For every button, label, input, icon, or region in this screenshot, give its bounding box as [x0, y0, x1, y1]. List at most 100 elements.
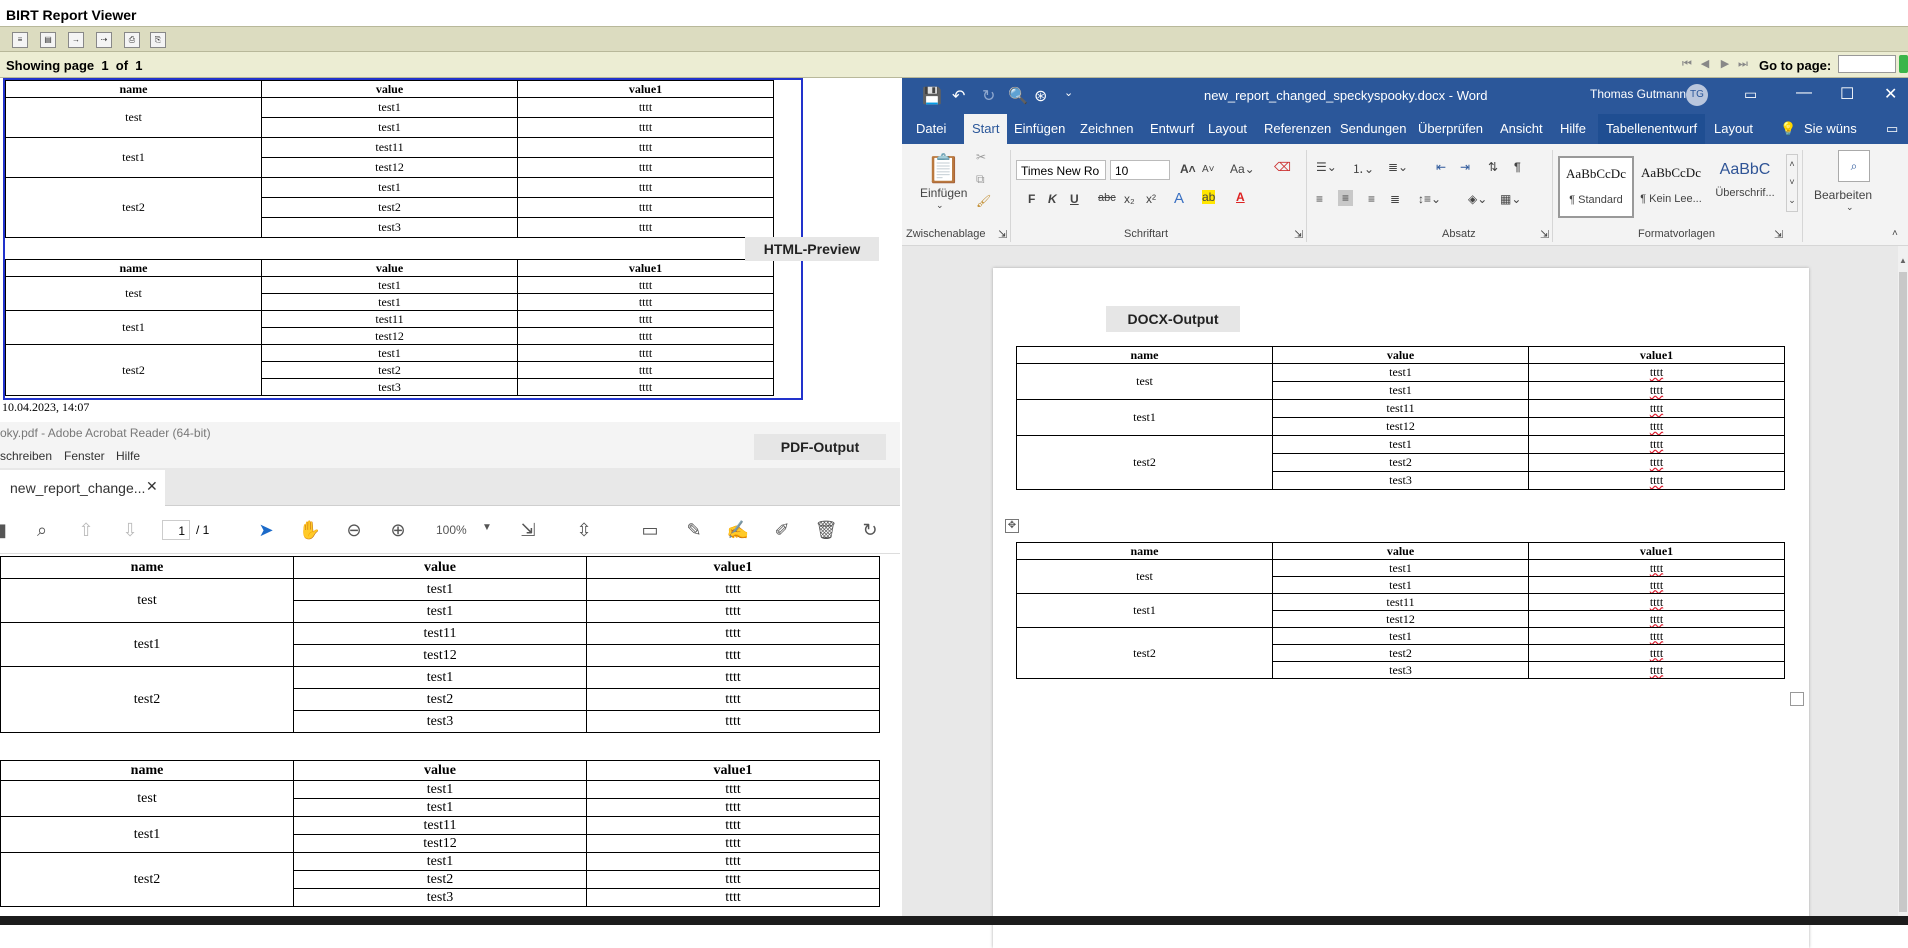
- bearbeiten-dropdown-icon[interactable]: ⌄: [1846, 202, 1854, 213]
- format-painter-icon[interactable]: 🖌: [976, 194, 991, 208]
- last-page-icon[interactable]: ⏭: [1736, 56, 1750, 72]
- page-number-input[interactable]: 1: [162, 520, 190, 540]
- hand-tool-icon[interactable]: ✋: [298, 518, 322, 542]
- user-name[interactable]: Thomas Gutmann: [1590, 87, 1686, 101]
- paste-button[interactable]: Einfügen: [920, 186, 967, 200]
- align-right-icon[interactable]: ≡: [1368, 192, 1375, 206]
- select-cursor-icon[interactable]: ➤: [254, 518, 278, 542]
- clipboard-launcher-icon[interactable]: ⇲: [998, 228, 1007, 241]
- highlight-icon[interactable]: ab: [1202, 190, 1216, 204]
- search-icon[interactable]: ⌕: [1838, 150, 1870, 182]
- scroll-thumb[interactable]: [1899, 272, 1907, 912]
- tab-hilfe[interactable]: Hilfe: [1560, 121, 1586, 136]
- export-report-icon[interactable]: ⇢: [96, 32, 112, 48]
- comment-icon[interactable]: ▭: [638, 518, 662, 542]
- parameters-icon[interactable]: ▤: [40, 32, 56, 48]
- tab-zeichnen[interactable]: Zeichnen: [1080, 121, 1133, 136]
- bearbeiten-button[interactable]: Bearbeiten: [1814, 188, 1872, 202]
- clear-format-icon[interactable]: ⌫: [1274, 160, 1291, 174]
- customize-qat-icon[interactable]: ⌄: [1064, 86, 1073, 99]
- table-move-handle-icon[interactable]: ✥: [1005, 519, 1019, 533]
- paragraph-launcher-icon[interactable]: ⇲: [1540, 228, 1549, 241]
- paste-dropdown-icon[interactable]: ⌄: [936, 200, 944, 211]
- scroll-up-icon[interactable]: ▲: [1899, 256, 1907, 265]
- tab-ansicht[interactable]: Ansicht: [1500, 121, 1543, 136]
- italic-icon[interactable]: K: [1048, 192, 1057, 206]
- previous-page-icon[interactable]: ◀: [1698, 56, 1712, 72]
- zoom-in-icon[interactable]: ⊕: [386, 518, 410, 542]
- decrease-indent-icon[interactable]: ⇤: [1436, 160, 1446, 174]
- numbering-icon[interactable]: ⒈⌄: [1352, 160, 1374, 177]
- print-preview-icon[interactable]: 🔍: [1008, 86, 1028, 106]
- close-tab-icon[interactable]: ✕: [146, 478, 158, 495]
- next-page-icon[interactable]: ⇩: [118, 518, 142, 542]
- document-tab[interactable]: new_report_change... ✕: [0, 470, 165, 506]
- styles-scroll-icon[interactable]: ˄ ˅ ⌄: [1786, 154, 1798, 212]
- print-server-icon[interactable]: ⎘: [150, 32, 166, 48]
- tab-entwurf[interactable]: Entwurf: [1150, 121, 1194, 136]
- bold-icon[interactable]: F: [1028, 192, 1035, 206]
- tell-me-search[interactable]: Sie wüns: [1804, 121, 1857, 136]
- zoom-level[interactable]: 100%: [436, 523, 467, 537]
- tab-layout[interactable]: Layout: [1208, 121, 1247, 136]
- print-icon[interactable]: ⎙: [124, 32, 140, 48]
- zoom-search-icon[interactable]: ⌕: [30, 518, 54, 542]
- draw-icon[interactable]: ✍: [726, 518, 750, 542]
- highlight-pen-icon[interactable]: ✎: [682, 518, 706, 542]
- tab-table-layout[interactable]: Layout: [1714, 121, 1753, 136]
- style-ueberschrift[interactable]: AaBbC Überschrif...: [1708, 156, 1782, 216]
- font-name-dropdown[interactable]: Times New Ro: [1016, 160, 1106, 180]
- print-icon[interactable]: ▮: [0, 518, 14, 542]
- tab-tabellenentwurf[interactable]: Tabellenentwurf: [1598, 114, 1706, 144]
- subscript-icon[interactable]: x₂: [1124, 192, 1135, 206]
- save-icon[interactable]: 💾: [922, 86, 942, 106]
- font-color-icon[interactable]: A: [1236, 190, 1245, 204]
- delete-icon[interactable]: 🗑: [814, 518, 838, 542]
- tab-einfuegen[interactable]: Einfügen: [1014, 121, 1065, 136]
- paste-icon[interactable]: 📋: [926, 152, 961, 185]
- toc-icon[interactable]: ≡: [12, 32, 28, 48]
- tab-referenzen[interactable]: Referenzen: [1264, 121, 1331, 136]
- zoom-out-icon[interactable]: ⊖: [342, 518, 366, 542]
- first-page-icon[interactable]: ⏮: [1680, 56, 1694, 72]
- user-avatar[interactable]: TG: [1686, 84, 1708, 106]
- vertical-scrollbar[interactable]: ▲: [1898, 246, 1908, 925]
- superscript-icon[interactable]: x²: [1146, 192, 1156, 206]
- close-icon[interactable]: ✕: [1884, 84, 1897, 104]
- undo-icon[interactable]: ↶: [952, 86, 965, 106]
- menu-hilfe[interactable]: Hilfe: [116, 449, 140, 463]
- show-marks-icon[interactable]: ¶: [1514, 160, 1521, 174]
- align-left-icon[interactable]: ≡: [1316, 192, 1323, 206]
- redo-icon[interactable]: ↻: [982, 86, 995, 106]
- export-data-icon[interactable]: →: [68, 32, 84, 48]
- ribbon-display-icon[interactable]: ▭: [1744, 86, 1757, 103]
- copy-icon[interactable]: ⧉: [976, 172, 985, 187]
- shading-icon[interactable]: ◈⌄: [1468, 192, 1487, 206]
- go-button[interactable]: [1899, 55, 1908, 73]
- tab-datei[interactable]: Datei: [916, 121, 946, 136]
- change-case-icon[interactable]: Aa⌄: [1230, 162, 1255, 176]
- sort-icon[interactable]: ⇅: [1488, 160, 1498, 174]
- menu-schreiben[interactable]: schreiben: [0, 449, 52, 463]
- underline-icon[interactable]: U: [1070, 192, 1079, 206]
- sign-icon[interactable]: ✐: [770, 518, 794, 542]
- font-size-dropdown[interactable]: 10: [1110, 160, 1170, 180]
- strikethrough-icon[interactable]: abc: [1098, 192, 1116, 204]
- tab-sendungen[interactable]: Sendungen: [1340, 121, 1407, 136]
- style-standard[interactable]: AaBbCcDc ¶ Standard: [1558, 156, 1634, 218]
- styles-launcher-icon[interactable]: ⇲: [1774, 228, 1783, 241]
- borders-icon[interactable]: ▦⌄: [1500, 192, 1521, 206]
- zoom-dropdown-icon[interactable]: ▼: [482, 522, 492, 533]
- rotate-icon[interactable]: ↻: [858, 518, 882, 542]
- previous-page-icon[interactable]: ⇧: [74, 518, 98, 542]
- next-page-icon[interactable]: ▶: [1718, 56, 1732, 72]
- text-effects-icon[interactable]: A: [1174, 190, 1184, 207]
- line-spacing-icon[interactable]: ↕≡⌄: [1418, 192, 1441, 206]
- shrink-font-icon[interactable]: A˅: [1202, 164, 1215, 175]
- multilevel-list-icon[interactable]: ≣⌄: [1388, 160, 1408, 174]
- increase-indent-icon[interactable]: ⇥: [1460, 160, 1470, 174]
- maximize-icon[interactable]: ☐: [1840, 84, 1854, 104]
- font-launcher-icon[interactable]: ⇲: [1294, 228, 1303, 241]
- grow-font-icon[interactable]: A˄: [1180, 162, 1196, 176]
- scroll-mode-icon[interactable]: ⇳: [572, 518, 596, 542]
